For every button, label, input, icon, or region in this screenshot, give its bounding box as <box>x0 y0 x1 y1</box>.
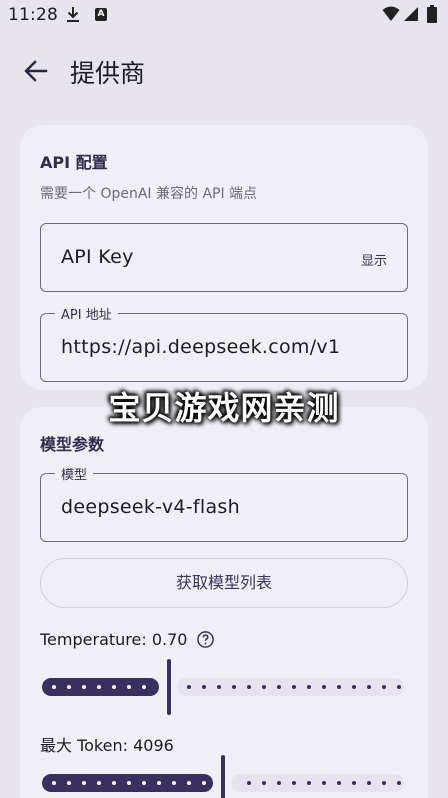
api-url-field[interactable]: API 地址 https://api.deepseek.com/v1 <box>40 304 408 382</box>
max-tokens-slider-tick <box>52 781 56 785</box>
model-params-title: 模型参数 <box>40 435 105 454</box>
model-params-card: 模型参数 模型 deepseek-v4-flash 获取模型列表 Tempera… <box>20 407 428 798</box>
temperature-slider-tick <box>352 685 356 689</box>
max-tokens-slider-tick <box>367 781 371 785</box>
temperature-slider-tick <box>82 685 86 689</box>
temperature-slider-tick <box>142 685 146 689</box>
fetch-models-button[interactable]: 获取模型列表 <box>40 558 408 608</box>
api-key-field[interactable]: API Key 显示 <box>40 223 408 292</box>
temperature-slider-thumb[interactable] <box>167 659 171 715</box>
api-url-label: API 地址 <box>55 304 118 323</box>
max-tokens-slider-tick <box>97 781 101 785</box>
temperature-slider-tick <box>232 685 236 689</box>
status-bar: 11:28 A <box>0 0 448 30</box>
temperature-slider-tick <box>262 685 266 689</box>
temperature-slider-tick <box>187 685 191 689</box>
temperature-slider-tick <box>322 685 326 689</box>
api-config-card: API 配置 需要一个 OpenAI 兼容的 API 端点 API Key 显示… <box>20 125 428 390</box>
max-tokens-slider-tick <box>82 781 86 785</box>
model-label: 模型 <box>55 464 94 483</box>
temperature-slider[interactable] <box>40 659 408 715</box>
screen: 11:28 A 提供商 API 配置 需要一个 OpenAI 兼容的 API 端… <box>0 0 448 798</box>
max-tokens-slider-tick <box>142 781 146 785</box>
api-config-subtitle: 需要一个 OpenAI 兼容的 API 端点 <box>40 186 258 202</box>
temperature-slider-tick <box>112 685 116 689</box>
max-tokens-slider-inactive-track <box>231 774 404 792</box>
temperature-slider-tick <box>127 685 131 689</box>
max-tokens-slider-tick <box>157 781 161 785</box>
temperature-slider-tick <box>307 685 311 689</box>
temperature-slider-tick <box>337 685 341 689</box>
top-app-bar: 提供商 <box>0 40 448 104</box>
max-tokens-slider-tick <box>397 781 401 785</box>
temperature-slider-tick <box>292 685 296 689</box>
show-key-toggle[interactable]: 显示 <box>361 250 387 269</box>
max-tokens-slider-tick <box>67 781 71 785</box>
max-tokens-label: 最大 Token: 4096 <box>40 736 174 755</box>
back-arrow-icon[interactable] <box>20 55 52 87</box>
max-tokens-slider-tick <box>322 781 326 785</box>
model-field[interactable]: 模型 deepseek-v4-flash <box>40 464 408 542</box>
max-tokens-slider-tick <box>112 781 116 785</box>
notification-app-icon: A <box>95 8 107 21</box>
max-tokens-slider-tick <box>127 781 131 785</box>
max-tokens-slider-tick <box>382 781 386 785</box>
status-time: 11:28 <box>8 5 58 25</box>
max-tokens-slider-tick <box>247 781 251 785</box>
signal-icon <box>404 7 418 21</box>
max-tokens-slider-tick <box>337 781 341 785</box>
temperature-slider-tick <box>52 685 56 689</box>
temperature-slider-tick <box>367 685 371 689</box>
max-tokens-slider-thumb[interactable] <box>221 755 225 798</box>
temperature-slider-tick <box>382 685 386 689</box>
api-config-title: API 配置 <box>40 153 108 172</box>
temperature-slider-tick <box>217 685 221 689</box>
help-icon[interactable] <box>196 630 215 649</box>
max-tokens-slider-tick <box>262 781 266 785</box>
api-url-value: https://api.deepseek.com/v1 <box>61 336 341 358</box>
max-tokens-slider-tick <box>292 781 296 785</box>
temperature-slider-tick <box>202 685 206 689</box>
max-tokens-slider[interactable] <box>40 755 408 798</box>
temperature-slider-tick <box>67 685 71 689</box>
temperature-slider-tick <box>397 685 401 689</box>
wifi-icon <box>382 6 400 21</box>
api-key-placeholder: API Key <box>61 246 134 268</box>
battery-icon <box>427 5 437 23</box>
temperature-slider-tick <box>97 685 101 689</box>
max-tokens-slider-tick <box>187 781 191 785</box>
max-tokens-slider-tick <box>307 781 311 785</box>
max-tokens-slider-tick <box>352 781 356 785</box>
max-tokens-slider-tick <box>172 781 176 785</box>
temperature-slider-tick <box>277 685 281 689</box>
download-icon <box>67 7 79 22</box>
page-title: 提供商 <box>70 59 146 88</box>
temperature-slider-tick <box>247 685 251 689</box>
model-value: deepseek-v4-flash <box>61 496 240 518</box>
watermark-text: 宝贝游戏网亲测 <box>108 389 340 427</box>
max-tokens-slider-tick <box>277 781 281 785</box>
max-tokens-slider-tick <box>202 781 206 785</box>
temperature-label: Temperature: 0.70 <box>40 630 188 649</box>
